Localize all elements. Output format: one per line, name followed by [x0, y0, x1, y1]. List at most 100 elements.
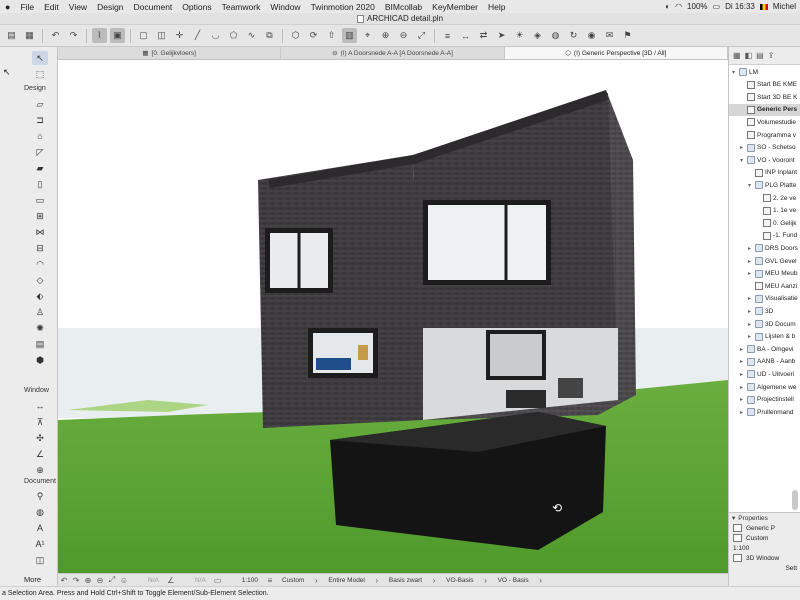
- menu-window[interactable]: Window: [265, 2, 305, 12]
- cutting-plane-icon[interactable]: ▥: [342, 28, 357, 43]
- menu-edit[interactable]: Edit: [39, 2, 64, 12]
- user-name[interactable]: Michel: [773, 2, 796, 11]
- properties-layer-row[interactable]: Custom: [729, 533, 800, 543]
- properties-header[interactable]: ▾ Properties: [729, 513, 800, 523]
- grid-element-icon[interactable]: ⊕: [32, 463, 48, 477]
- section-window[interactable]: Window: [24, 387, 49, 394]
- navigator-item[interactable]: -1. Fund: [729, 230, 800, 242]
- line-icon[interactable]: ╱: [190, 28, 205, 43]
- spline-icon[interactable]: ∿: [244, 28, 259, 43]
- render-icon[interactable]: ☀: [512, 28, 527, 43]
- wall-tool-icon[interactable]: ▱: [32, 97, 48, 111]
- battery-percent[interactable]: 100%: [687, 2, 707, 11]
- globe-icon[interactable]: ◉: [584, 28, 599, 43]
- chevron-right-icon[interactable]: ▸: [740, 384, 747, 391]
- navigator-item[interactable]: Volumestudie: [729, 116, 800, 128]
- dimension-tool-icon[interactable]: ↔: [32, 399, 48, 413]
- layers-icon[interactable]: ≡: [440, 28, 455, 43]
- publisher-icon[interactable]: ⇪: [768, 51, 775, 60]
- level-tool-icon[interactable]: ⊼: [32, 415, 48, 429]
- view-map-icon[interactable]: ◧: [745, 51, 753, 60]
- project-map-icon[interactable]: ▦: [733, 51, 741, 60]
- angle-tool-icon[interactable]: ∠: [32, 447, 48, 461]
- navigator-item[interactable]: ▸ Visualisatie: [729, 293, 800, 305]
- navigator-item[interactable]: Generic Pers: [729, 103, 800, 116]
- navigator-item[interactable]: Start BE KME: [729, 79, 800, 91]
- walk-icon[interactable]: ☺: [118, 576, 130, 585]
- chevron-right-icon[interactable]: ▸: [748, 333, 755, 340]
- status-na-2[interactable]: N/A: [189, 577, 212, 584]
- bimx-icon[interactable]: ◈: [530, 28, 545, 43]
- navigator-scrollbar[interactable]: [792, 490, 798, 510]
- flag-uk-icon[interactable]: ⚑: [620, 28, 635, 43]
- chevron-right-icon[interactable]: ▸: [740, 371, 747, 378]
- 3d-cube-icon[interactable]: ⬡: [288, 28, 303, 43]
- status-pen-set[interactable]: Basis zwart: [383, 577, 428, 584]
- toolbox-more[interactable]: More: [24, 575, 41, 584]
- chevron-right-icon[interactable]: ▸: [748, 258, 755, 265]
- section-tool-icon[interactable]: ⚲: [32, 489, 48, 503]
- orbit-icon[interactable]: ⟳: [306, 28, 321, 43]
- settings-button[interactable]: Sett: [785, 565, 797, 572]
- properties-view-row[interactable]: 3D Window: [729, 553, 800, 563]
- window-tool-icon[interactable]: ⌂: [32, 129, 48, 143]
- navigator-item[interactable]: ▸ SO - Schetso: [729, 142, 800, 154]
- object-tool-icon[interactable]: ♙: [32, 305, 48, 319]
- chevron-right-icon[interactable]: ▸: [748, 295, 755, 302]
- navigator-item[interactable]: MEU Aanzi: [729, 280, 800, 292]
- navigator-item[interactable]: ▸ DRS Doors: [729, 242, 800, 254]
- chevron-right-icon[interactable]: ▸: [740, 346, 747, 353]
- elevation-tool-icon[interactable]: ◍: [32, 505, 48, 519]
- chevron-right-icon[interactable]: ▸: [748, 321, 755, 328]
- chevron-right-icon[interactable]: ▸: [748, 245, 755, 252]
- teamwork-icon[interactable]: ⇄: [476, 28, 491, 43]
- layout-book-icon[interactable]: ▤: [756, 51, 764, 60]
- navigator-item[interactable]: ▸ Projectinstell: [729, 394, 800, 406]
- undo-icon[interactable]: ↶: [48, 28, 63, 43]
- beam-tool-icon[interactable]: ▭: [32, 193, 48, 207]
- navigator-item[interactable]: Start 3D BE K: [729, 91, 800, 103]
- send-icon[interactable]: ➤: [494, 28, 509, 43]
- status-icon[interactable]: ◐: [665, 2, 670, 11]
- angle-icon[interactable]: ∠: [165, 576, 177, 585]
- 3d-viewport[interactable]: ⟲: [58, 60, 728, 573]
- flag-icon[interactable]: [759, 3, 768, 10]
- status-model-view[interactable]: Entire Model: [322, 577, 371, 584]
- navigator-item[interactable]: ▸ 3D Docum: [729, 318, 800, 330]
- navigator-item[interactable]: ▸ UD - Uitvoeri: [729, 368, 800, 380]
- explore-icon[interactable]: ⌖: [360, 28, 375, 43]
- navigator-item[interactable]: INP Inplant: [729, 167, 800, 179]
- offset-icon[interactable]: ⧉: [262, 28, 277, 43]
- label-tool-icon[interactable]: A¹: [32, 537, 48, 551]
- navigator-item[interactable]: ▸ Algemene we: [729, 381, 800, 393]
- chevron-right-icon[interactable]: ▸: [748, 270, 755, 277]
- walk-icon[interactable]: ⇧: [324, 28, 339, 43]
- chevron-right-icon[interactable]: ▸: [740, 358, 747, 365]
- zone-tool-icon[interactable]: ▤: [32, 337, 48, 351]
- chevron-down-icon[interactable]: ▾: [732, 69, 739, 76]
- arrow-tool-icon[interactable]: ↖: [32, 51, 48, 65]
- menu-view[interactable]: View: [64, 2, 92, 12]
- tab-section[interactable]: ⊖ (I) A Doorsnede A-A [A Doorsnede A-A]: [281, 47, 505, 59]
- door-tool-icon[interactable]: ⊐: [32, 113, 48, 127]
- twinmotion-icon[interactable]: ◍: [548, 28, 563, 43]
- status-view-set[interactable]: VO - Basis: [492, 577, 535, 584]
- magic-wand-icon[interactable]: ⌇: [92, 28, 107, 43]
- status-mvo[interactable]: VO-Basis: [440, 577, 479, 584]
- grid-icon[interactable]: ▢: [136, 28, 151, 43]
- fit-icon[interactable]: ⤢: [106, 575, 118, 585]
- layer-icon[interactable]: ≡: [264, 576, 276, 585]
- railing-tool-icon[interactable]: ⋈: [32, 225, 48, 239]
- status-scale[interactable]: 1:100: [236, 577, 264, 584]
- roof-tool-icon[interactable]: ◸: [32, 145, 48, 159]
- menu-help[interactable]: Help: [483, 2, 510, 12]
- tab-floor-plan[interactable]: ▦ [0. Gelijkvloers]: [58, 47, 282, 59]
- menu-design[interactable]: Design: [92, 2, 128, 12]
- column-tool-icon[interactable]: ▯: [32, 177, 48, 191]
- polygon-icon[interactable]: ⬠: [226, 28, 241, 43]
- battery-icon[interactable]: ▭: [713, 2, 721, 11]
- navigator-item[interactable]: ▸ AANB - Aanb: [729, 356, 800, 368]
- zoom-out-icon[interactable]: ⊖: [396, 28, 411, 43]
- menu-twinmotion[interactable]: Twinmotion 2020: [306, 2, 380, 12]
- menu-keymember[interactable]: KeyMember: [427, 2, 483, 12]
